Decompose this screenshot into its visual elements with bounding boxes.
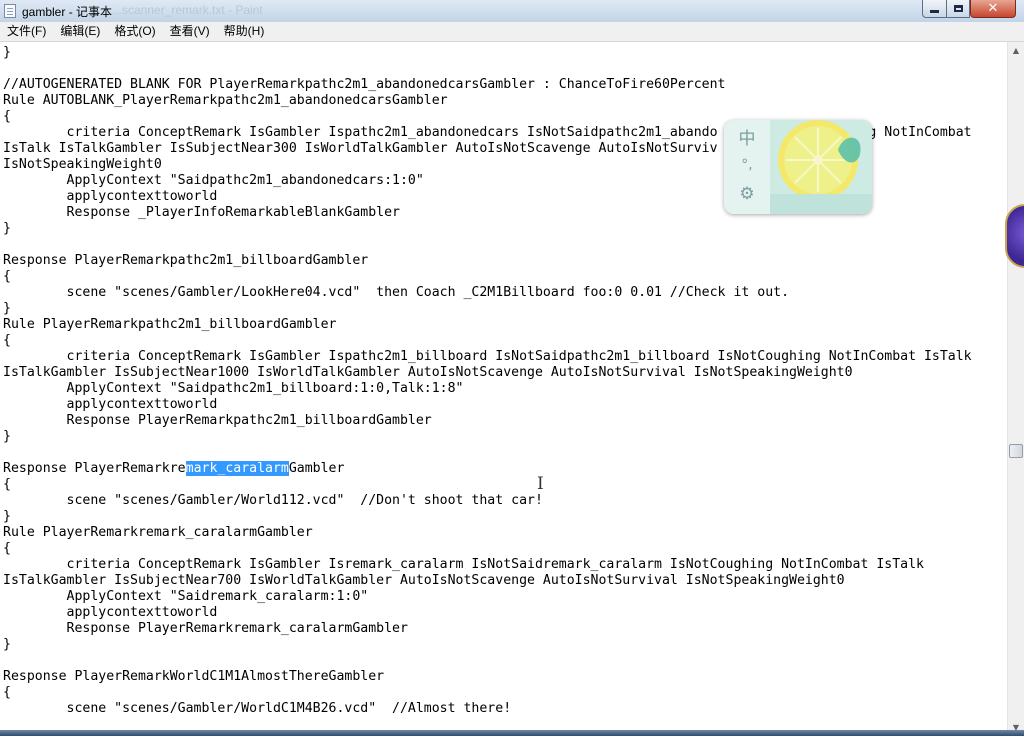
ime-settings-gear-icon[interactable]: ⚙ xyxy=(732,181,762,207)
ime-punctuation-button[interactable]: °, xyxy=(732,152,762,178)
text-line: criteria ConceptRemark IsGambler Isremar… xyxy=(3,557,924,572)
desktop-orb-widget[interactable] xyxy=(1005,204,1024,268)
ime-status-widget[interactable]: 中 °, ⚙ xyxy=(724,120,872,214)
text-line: { xyxy=(3,685,11,700)
minimize-button[interactable] xyxy=(922,0,946,18)
text-line: ApplyContext "Saidremark_caralarm:1:0" xyxy=(3,589,369,604)
text-line: { xyxy=(3,477,11,492)
text-line xyxy=(3,653,972,669)
text-line: { xyxy=(3,269,11,284)
taskbar[interactable] xyxy=(0,730,1024,736)
text-line: IsTalkGambler IsSubjectNear700 IsWorldTa… xyxy=(3,573,845,588)
menu-format[interactable]: 格式(O) xyxy=(107,22,162,41)
text-line: //AUTOGENERATED BLANK FOR PlayerRemarkpa… xyxy=(3,77,726,92)
text-line: criteria ConceptRemark IsGambler Ispathc… xyxy=(3,349,972,364)
text-line xyxy=(3,61,972,77)
scroll-up-arrow-icon[interactable]: ▲ xyxy=(1008,42,1024,59)
text-after-selection: Gambler xyxy=(288,461,345,476)
maximize-icon xyxy=(953,5,963,12)
text-line: scene "scenes/Gambler/World112.vcd" //Do… xyxy=(3,493,543,508)
text-line: scene "scenes/Gambler/WorldC1M4B26.vcd" … xyxy=(3,701,512,716)
text-line xyxy=(3,237,972,253)
text-line: Response PlayerRemarkremark_caralarmGamb… xyxy=(3,461,972,477)
close-icon: ✕ xyxy=(987,1,999,16)
text-line: Rule PlayerRemarkpathc2m1_billboardGambl… xyxy=(3,317,337,332)
text-line: { xyxy=(3,333,11,348)
text-line: { xyxy=(3,541,11,556)
vertical-scrollbar[interactable]: ▲ ▼ xyxy=(1007,42,1024,736)
background-window-title: ...scanner_remark.txt - Paint xyxy=(112,3,263,17)
notepad-icon[interactable] xyxy=(4,4,16,18)
menu-help[interactable]: 帮助(H) xyxy=(217,22,272,41)
text-line: applycontexttoworld xyxy=(3,605,218,620)
text-line: } xyxy=(3,221,11,236)
menu-file[interactable]: 文件(F) xyxy=(0,22,53,41)
menu-bar: 文件(F) 编辑(E) 格式(O) 查看(V) 帮助(H) xyxy=(0,22,1024,42)
text-line: } xyxy=(3,429,11,444)
ime-chinese-mode-button[interactable]: 中 xyxy=(732,123,762,149)
ime-button-panel: 中 °, ⚙ xyxy=(724,120,770,214)
text-line: } xyxy=(3,637,11,652)
text-line: Rule AUTOBLANK_PlayerRemarkpathc2m1_aban… xyxy=(3,93,448,108)
menu-edit[interactable]: 编辑(E) xyxy=(53,22,107,41)
text-before-selection: Response PlayerRemarkre xyxy=(3,461,186,476)
text-line: Response PlayerRemarkpathc2m1_billboardG… xyxy=(3,253,369,268)
text-line: } xyxy=(3,45,11,60)
text-line: Rule PlayerRemarkremark_caralarmGambler xyxy=(3,525,313,540)
minimize-icon xyxy=(930,10,939,13)
text-line xyxy=(3,445,972,461)
text-line: ApplyContext "Saidpathc2m1_billboard:1:0… xyxy=(3,381,464,396)
selected-text[interactable]: mark_caralarm xyxy=(185,461,289,476)
text-line: IsTalkGambler IsSubjectNear1000 IsWorldT… xyxy=(3,365,853,380)
text-line: Response PlayerRemarkWorldC1M1AlmostTher… xyxy=(3,669,385,684)
text-line: Response PlayerRemarkremark_caralarmGamb… xyxy=(3,621,408,636)
text-line: } xyxy=(3,301,11,316)
text-line: applycontexttoworld xyxy=(3,397,218,412)
text-line: scene "scenes/Gambler/LookHere04.vcd" th… xyxy=(3,285,790,300)
text-line: } xyxy=(3,509,11,524)
title-bar[interactable]: gambler - 记事本 ...scanner_remark.txt - Pa… xyxy=(0,0,1024,23)
lemon-skin-image xyxy=(764,120,872,214)
close-button[interactable]: ✕ xyxy=(970,0,1016,18)
window-title: gambler - 记事本 xyxy=(22,5,113,19)
scroll-thumb[interactable] xyxy=(1009,444,1023,458)
maximize-button[interactable] xyxy=(946,0,970,18)
menu-view[interactable]: 查看(V) xyxy=(163,22,217,41)
text-line: Response PlayerRemarkpathc2m1_billboardG… xyxy=(3,413,432,428)
i-beam-cursor-icon: I xyxy=(537,474,544,494)
